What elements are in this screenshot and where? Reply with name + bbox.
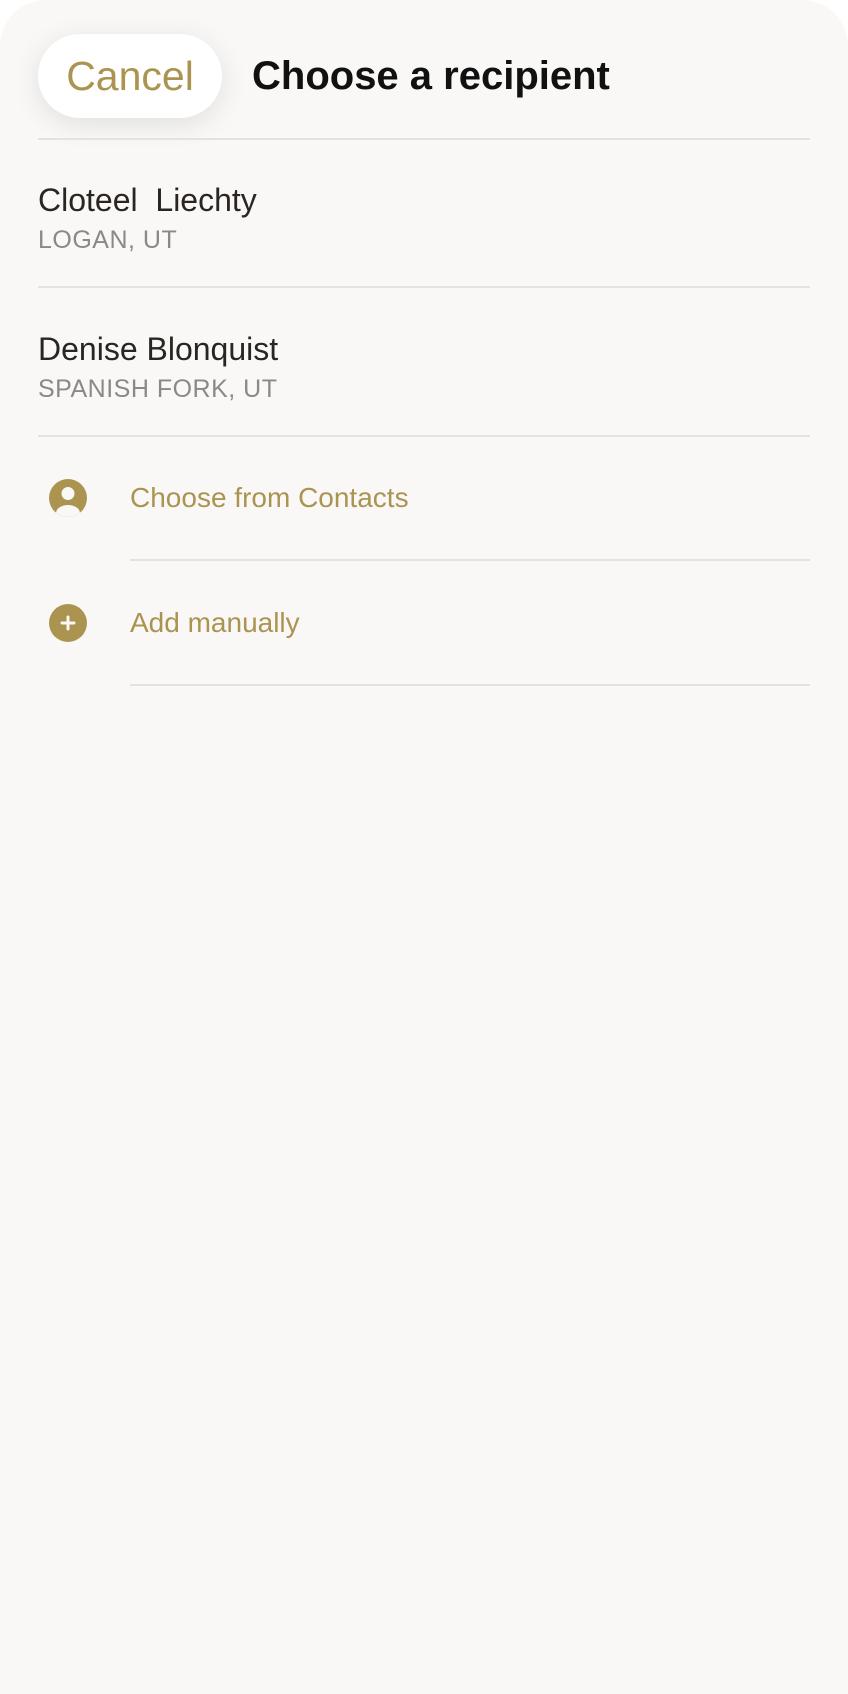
recipient-name: Denise Blonquist [38, 331, 279, 367]
plus-icon [49, 604, 87, 642]
recipient-row-denise-blonquist[interactable]: Denise Blonquist SPANISH FORK, UT [0, 289, 848, 435]
cancel-button[interactable]: Cancel [38, 34, 222, 118]
divider [38, 286, 810, 288]
divider [130, 559, 810, 561]
recipient-name: Cloteel Liechty [38, 182, 257, 218]
person-icon [49, 479, 87, 517]
choose-from-contacts-button[interactable]: Choose from Contacts [0, 437, 848, 559]
recipient-sheet: Cancel Choose a recipient Cloteel Liecht… [0, 0, 848, 1694]
recipient-row-cloteel-liechty[interactable]: Cloteel Liechty LOGAN, UT [0, 140, 848, 286]
add-manually-button[interactable]: Add manually [0, 562, 848, 684]
recipient-location: LOGAN, UT [38, 226, 178, 254]
recipient-location: SPANISH FORK, UT [38, 375, 278, 403]
header: Cancel Choose a recipient [0, 0, 848, 140]
page-title: Choose a recipient [252, 54, 610, 98]
add-manually-label: Add manually [130, 607, 300, 638]
divider [130, 684, 810, 686]
choose-from-contacts-label: Choose from Contacts [130, 482, 409, 513]
